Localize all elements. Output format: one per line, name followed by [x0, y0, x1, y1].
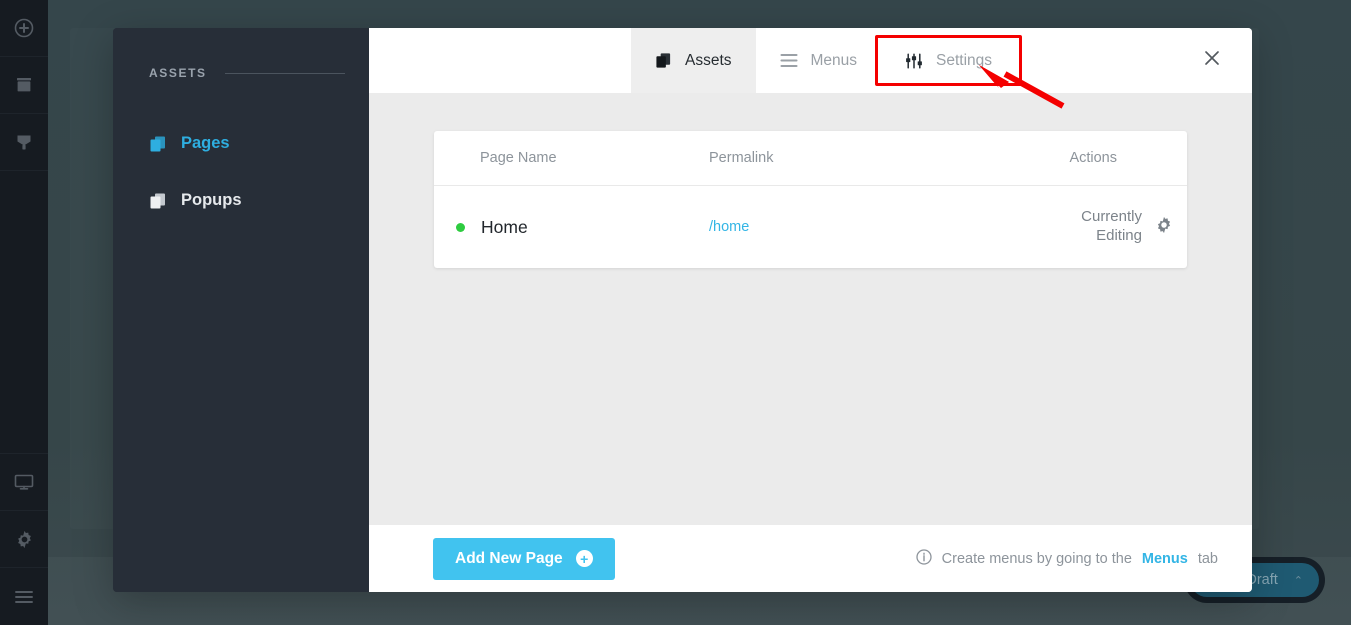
footer-hint-suffix: tab	[1198, 551, 1218, 567]
row-gear-icon[interactable]	[1154, 215, 1174, 240]
row-status-text: Currently Editing	[1064, 208, 1142, 246]
tab-label: Assets	[685, 52, 732, 70]
pages-table: Page Name Permalink Actions Home /home	[434, 131, 1187, 268]
plus-circle-icon: +	[576, 550, 593, 567]
rail-item-assets[interactable]	[0, 57, 48, 114]
stack-icon	[655, 52, 672, 69]
rail-item-preview[interactable]	[0, 454, 48, 511]
app-root: Draft ⌃ ASSETS Pages	[0, 0, 1351, 625]
footer-hint-menus-link[interactable]: Menus	[1142, 551, 1188, 567]
info-icon	[916, 549, 932, 569]
menu-icon	[13, 589, 35, 605]
box-icon	[14, 75, 34, 95]
footer-hint: Create menus by going to the Menus tab	[916, 549, 1218, 569]
popups-icon	[149, 192, 167, 210]
status-dot	[456, 223, 465, 232]
sidebar-divider	[225, 73, 345, 74]
paint-icon	[14, 132, 34, 152]
modal-sidebar: ASSETS Pages	[113, 28, 369, 592]
hamburger-icon	[780, 53, 798, 68]
column-header-page-name: Page Name	[480, 150, 557, 166]
table-header-row: Page Name Permalink Actions	[434, 131, 1187, 186]
rail-item-design[interactable]	[0, 114, 48, 171]
add-new-page-label: Add New Page	[455, 550, 563, 568]
rail-item-menu[interactable]	[0, 568, 48, 625]
chevron-up-icon: ⌃	[1294, 574, 1303, 587]
tab-label: Settings	[936, 52, 992, 70]
rail-spacer	[0, 171, 48, 454]
column-header-permalink: Permalink	[709, 150, 773, 166]
tab-assets[interactable]: Assets	[631, 28, 756, 93]
footer-hint-prefix: Create menus by going to the	[942, 551, 1132, 567]
close-icon	[1202, 48, 1222, 73]
sidebar-section-label: ASSETS	[149, 66, 207, 80]
sidebar-item-label: Pages	[181, 134, 230, 153]
permalink-link[interactable]: /home	[709, 219, 749, 235]
gear-icon	[14, 529, 35, 550]
sidebar-item-label: Popups	[181, 191, 242, 210]
column-header-actions: Actions	[1069, 150, 1117, 166]
tab-settings[interactable]: Settings	[881, 28, 1016, 93]
rail-item-settings[interactable]	[0, 511, 48, 568]
monitor-icon	[13, 472, 35, 492]
sliders-icon	[905, 53, 923, 69]
rail-item-add[interactable]	[0, 0, 48, 57]
sidebar-section-header: ASSETS	[113, 66, 369, 80]
modal-footer: Add New Page + Create menus by going to …	[369, 525, 1252, 592]
left-toolbar	[0, 0, 48, 625]
tab-menus[interactable]: Menus	[756, 28, 882, 93]
close-button[interactable]	[1182, 28, 1242, 93]
add-new-page-button[interactable]: Add New Page +	[433, 538, 615, 580]
pages-icon	[149, 135, 167, 153]
tab-label: Menus	[811, 52, 858, 70]
modal-main: Assets Menus	[369, 28, 1252, 592]
modal-tabbar: Assets Menus	[369, 28, 1252, 93]
page-name-value: Home	[481, 217, 528, 238]
add-icon	[14, 18, 34, 38]
tabbar-spacer	[369, 28, 631, 93]
modal-body: Page Name Permalink Actions Home /home	[369, 93, 1252, 525]
sidebar-item-pages[interactable]: Pages	[113, 124, 369, 163]
assets-modal: ASSETS Pages	[113, 28, 1252, 592]
sidebar-item-popups[interactable]: Popups	[113, 181, 369, 220]
table-row[interactable]: Home /home Currently Editing	[434, 186, 1187, 268]
